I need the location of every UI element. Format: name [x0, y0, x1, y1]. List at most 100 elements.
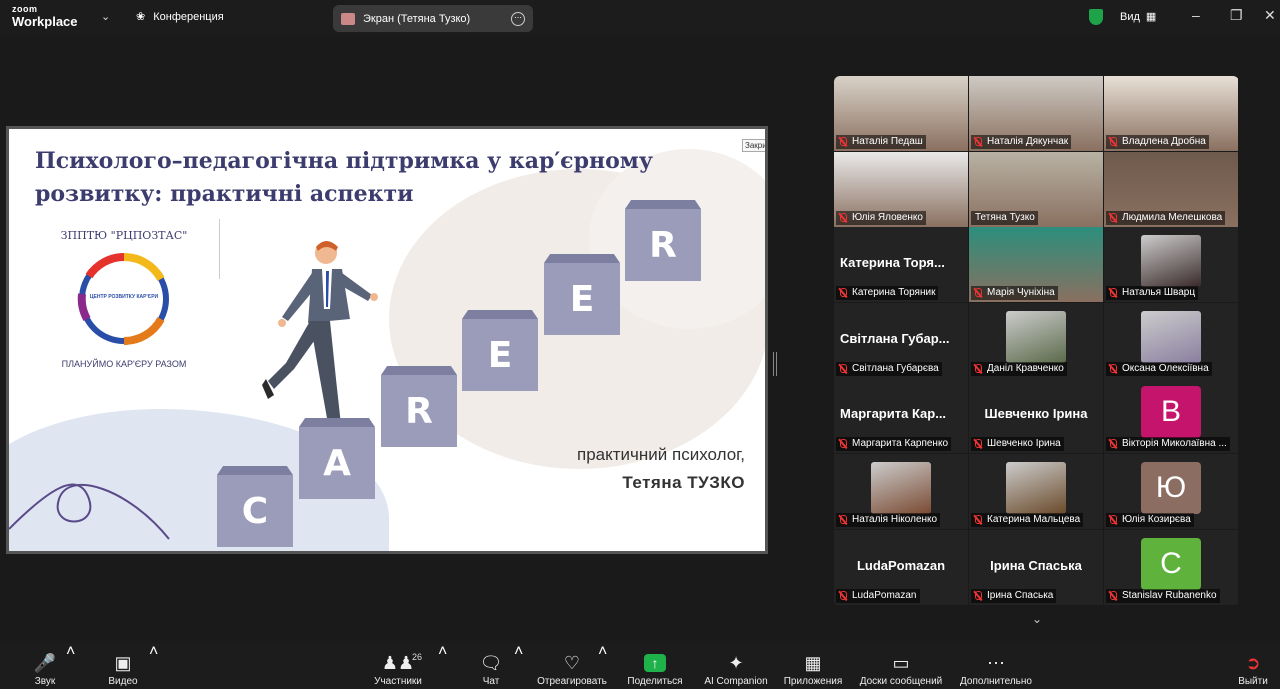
participant-tile[interactable]: Шевченко Ірина Шевченко Ірина: [969, 378, 1103, 453]
participant-name-label: Оксана Олексіївна: [1106, 362, 1212, 376]
speaker-role: практичний психолог,: [577, 445, 745, 464]
participant-name-label: Марія Чуніхіна: [971, 286, 1058, 300]
people-icon: ♟♟: [381, 653, 415, 673]
mic-muted-icon: [1108, 364, 1117, 374]
more-button[interactable]: ⋯ Дополнительно: [956, 643, 1036, 689]
avatar-letter: В: [1141, 386, 1201, 438]
board-icon: ▭: [892, 653, 910, 673]
participant-tile[interactable]: Тетяна Тузко: [969, 152, 1103, 227]
split-drag-handle[interactable]: [773, 352, 777, 376]
participant-tile[interactable]: Ю Юлія Козирєва: [1104, 454, 1238, 529]
participant-name-label: Світлана Губарєва: [836, 362, 942, 376]
logo-center-text: ЦЕНТР РОЗВИТКУ КАР'ЄРИ: [90, 294, 159, 300]
share-arrow-icon: ↑: [644, 654, 666, 672]
grid-icon: ▦: [1145, 11, 1157, 23]
participant-tile[interactable]: Юлія Яловенко: [834, 152, 968, 227]
speaker-name: Тетяна ТУЗКО: [622, 473, 745, 492]
participant-display-name: Маргарита Кар...: [840, 406, 947, 421]
exit-icon: ➲: [1245, 653, 1261, 673]
chevron-up-icon[interactable]: ˄: [438, 643, 447, 663]
mic-muted-icon: [1108, 137, 1117, 147]
participant-tile[interactable]: Маргарита Кар... Маргарита Карпенко: [834, 378, 968, 453]
participant-tile[interactable]: Оксана Олексіївна: [1104, 303, 1238, 378]
avatar: [1141, 311, 1201, 363]
participant-name-label: Маргарита Карпенко: [836, 437, 952, 451]
react-label: Отреагировать: [537, 676, 607, 687]
participant-tile[interactable]: Катерина Торя... Катерина Торяник: [834, 227, 968, 302]
view-label: Вид: [1120, 10, 1140, 23]
mic-muted-icon: [973, 591, 982, 601]
meeting-toolbar: 🎤 Звук ˄ ▣ Видео ˄ ♟♟ Участники 26 ˄ 🗨 Ч…: [0, 643, 1280, 689]
shield-icon[interactable]: [1089, 9, 1103, 25]
participant-name-label: Тетяна Тузко: [971, 211, 1038, 225]
leave-label: Выйти: [1238, 676, 1268, 687]
zoom-logo[interactable]: zoom Workplace: [12, 4, 78, 29]
participant-tile[interactable]: Катерина Мальцева: [969, 454, 1103, 529]
logo-top-text: zoom: [12, 4, 38, 14]
participant-tile[interactable]: Марія Чуніхіна: [969, 227, 1103, 302]
share-button[interactable]: ↑ Поделиться: [626, 643, 684, 689]
conference-label: Конференция: [153, 10, 224, 23]
participant-name-label: Катерина Торяник: [836, 286, 939, 300]
ellipsis-icon: ⋯: [987, 653, 1005, 673]
participant-tile[interactable]: LudaPomazan LudaPomazan: [834, 530, 968, 605]
restore-icon[interactable]: ❐: [1230, 7, 1243, 24]
participants-label: Участники: [374, 676, 422, 687]
cube-letter: E: [462, 319, 538, 391]
participant-tile[interactable]: Наталія Дякунчак: [969, 76, 1103, 151]
ai-companion-button[interactable]: ✦ AI Companion: [702, 643, 770, 689]
logo-arc-top: ЗППТЮ "РЦПОЗТАС": [61, 229, 188, 242]
chevron-up-icon[interactable]: ˄: [514, 643, 523, 663]
participant-tile[interactable]: Владлена Дробна: [1104, 76, 1238, 151]
center-logo: ЗППТЮ "РЦПОЗТАС" ЦЕНТР РОЗВИТКУ КАР'ЄРИ …: [61, 229, 188, 369]
view-button[interactable]: Вид ▦: [1120, 10, 1157, 24]
mic-muted-icon: [973, 364, 982, 374]
apps-button[interactable]: ▦ Приложения: [782, 643, 844, 689]
chevron-down-icon[interactable]: ⌄: [101, 10, 110, 23]
cube-letter: R: [381, 375, 457, 447]
participant-tile[interactable]: C Stanislav Rubanenko: [1104, 530, 1238, 605]
mic-muted-icon: [1108, 439, 1117, 449]
screen-share-pill[interactable]: Экран (Тетяна Тузко) ⋯: [333, 5, 533, 32]
apps-icon: ▦: [804, 653, 822, 673]
participant-name-label: Наталья Шварц: [1106, 286, 1199, 300]
participant-tile[interactable]: Світлана Губар... Світлана Губарєва: [834, 303, 968, 378]
minimize-icon[interactable]: –: [1192, 7, 1200, 23]
participant-name-label: Наталія Дякунчак: [971, 135, 1072, 149]
participant-tile[interactable]: Ірина Спаська Ірина Спаська: [969, 530, 1103, 605]
mic-muted-icon: [838, 439, 847, 449]
conference-button[interactable]: ❀ Конференция: [136, 10, 224, 24]
leave-button[interactable]: ➲ Выйти: [1236, 643, 1270, 689]
participant-tile[interactable]: Наталья Шварц: [1104, 227, 1238, 302]
chevron-up-icon[interactable]: ˄: [66, 643, 75, 663]
participant-tile[interactable]: Наталія Ніколенко: [834, 454, 968, 529]
participant-name-label: Наталія Ніколенко: [836, 513, 941, 527]
sparkle-icon: ✦: [728, 653, 744, 673]
mic-muted-icon: [838, 591, 847, 601]
participant-display-name: Ірина Спаська: [990, 558, 1082, 573]
audio-button[interactable]: 🎤 Звук: [28, 643, 62, 689]
video-button[interactable]: ▣ Видео: [104, 643, 142, 689]
participant-name-label: Ірина Спаська: [971, 589, 1057, 603]
participant-tile[interactable]: Наталія Педаш: [834, 76, 968, 151]
boards-button[interactable]: ▭ Доски сообщений: [856, 643, 946, 689]
participants-gallery[interactable]: Наталія Педаш Наталія Дякунчак Владлена Др…: [834, 76, 1239, 606]
close-icon[interactable]: ✕: [1264, 7, 1276, 24]
chevron-up-icon[interactable]: ˄: [149, 643, 158, 663]
participant-tile[interactable]: Даніл Кравченко: [969, 303, 1103, 378]
participants-button[interactable]: ♟♟ Участники: [370, 643, 426, 689]
participant-tile[interactable]: В Вікторія Миколаївна ...: [1104, 378, 1238, 453]
shared-screen[interactable]: Психолого–педагогічна підтримка у кар′єр…: [6, 126, 768, 554]
apps-label: Приложения: [783, 676, 843, 687]
participant-name-label: Людмила Мелешкова: [1106, 211, 1226, 225]
participant-tile[interactable]: Людмила Мелешкова: [1104, 152, 1238, 227]
avatar: [1141, 235, 1201, 287]
screen-thumbnail-icon: [341, 12, 355, 25]
camera-icon: ▣: [114, 653, 132, 673]
more-icon[interactable]: ⋯: [511, 11, 525, 26]
chevron-up-icon[interactable]: ˄: [598, 643, 607, 663]
chevron-down-icon[interactable]: ⌄: [1009, 607, 1065, 631]
chat-button[interactable]: 🗨 Чат: [478, 643, 504, 689]
more-label: Дополнительно: [960, 676, 1032, 687]
heart-icon: ♡: [563, 653, 581, 673]
